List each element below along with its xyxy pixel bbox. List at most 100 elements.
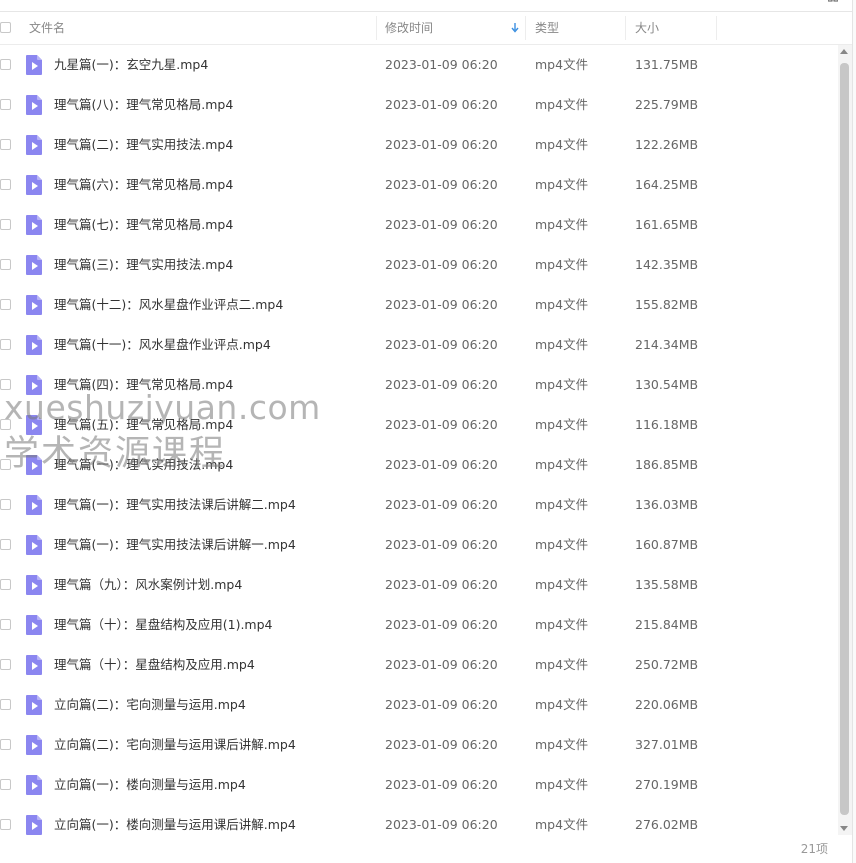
column-divider[interactable] [525, 16, 526, 40]
row-checkbox[interactable] [0, 419, 11, 430]
file-modified-date: 2023-01-09 06:20 [385, 457, 498, 472]
table-row[interactable]: 理气篇（九）：风水案例计划.mp4 2023-01-09 06:20 mp4文件 13… [0, 565, 838, 605]
video-file-icon [26, 215, 42, 235]
file-type: mp4文件 [535, 697, 589, 712]
file-size: 161.65MB [635, 217, 699, 232]
table-row[interactable]: 理气篇(二)：理气实用技法.mp4 2023-01-09 06:20 mp4文件 12… [0, 125, 838, 165]
file-name[interactable]: 理气篇（九）：风水案例计划.mp4 [54, 565, 242, 605]
file-size: 220.06MB [635, 697, 699, 712]
file-name[interactable]: 理气篇(八)：理气常见格局.mp4 [54, 85, 233, 125]
row-checkbox[interactable] [0, 699, 11, 710]
video-file-icon [26, 655, 42, 675]
table-row[interactable]: 理气篇(六)：理气常见格局.mp4 2023-01-09 06:20 mp4文件 16… [0, 165, 838, 205]
video-file-icon [26, 375, 42, 395]
table-row[interactable]: 理气篇(八)：理气常见格局.mp4 2023-01-09 06:20 mp4文件 22… [0, 85, 838, 125]
column-divider[interactable] [716, 16, 717, 40]
row-checkbox[interactable] [0, 139, 11, 150]
file-size: 136.03MB [635, 497, 699, 512]
file-name[interactable]: 理气篇(十二)：风水星盘作业评点二.mp4 [54, 285, 283, 325]
file-name[interactable]: 理气篇(六)：理气常见格局.mp4 [54, 165, 233, 205]
row-checkbox[interactable] [0, 619, 11, 630]
select-all-checkbox[interactable] [0, 22, 11, 33]
table-row[interactable]: 理气篇(一)：理气实用技法课后讲解二.mp4 2023-01-09 06:20 mp… [0, 485, 838, 525]
column-header-size[interactable]: 大小 [635, 12, 659, 44]
file-name[interactable]: 理气篇(五)：理气常见格局.mp4 [54, 405, 233, 445]
video-file-icon [26, 455, 42, 475]
grid-view-icon[interactable] [828, 0, 838, 7]
row-checkbox[interactable] [0, 339, 11, 350]
file-name[interactable]: 立向篇(一)：楼向测量与运用.mp4 [54, 765, 246, 805]
file-type: mp4文件 [535, 297, 589, 312]
file-size: 250.72MB [635, 657, 699, 672]
table-row[interactable]: 立向篇(一)：楼向测量与运用.mp4 2023-01-09 06:20 mp4文件 2… [0, 765, 838, 805]
row-checkbox[interactable] [0, 299, 11, 310]
table-row[interactable]: 立向篇(二)：宅向测量与运用.mp4 2023-01-09 06:20 mp4文件 2… [0, 685, 838, 725]
file-type: mp4文件 [535, 177, 589, 192]
table-row[interactable]: 立向篇(二)：宅向测量与运用课后讲解.mp4 2023-01-09 06:20 mp… [0, 725, 838, 765]
row-checkbox[interactable] [0, 779, 11, 790]
file-name[interactable]: 理气篇(一)：理气实用技法课后讲解一.mp4 [54, 525, 296, 565]
file-name[interactable]: 理气篇(十一)：风水星盘作业评点.mp4 [54, 325, 271, 365]
top-toolbar-edge [0, 0, 856, 12]
file-name[interactable]: 理气篇（十）：星盘结构及应用.mp4 [54, 645, 255, 685]
video-file-icon [26, 175, 42, 195]
scroll-up-arrow-icon[interactable] [840, 49, 848, 54]
video-file-icon [26, 335, 42, 355]
file-size: 131.75MB [635, 57, 699, 72]
row-checkbox[interactable] [0, 459, 11, 470]
file-type: mp4文件 [535, 97, 589, 112]
file-type: mp4文件 [535, 137, 589, 152]
column-divider[interactable] [376, 16, 377, 40]
file-size: 130.54MB [635, 377, 699, 392]
row-checkbox[interactable] [0, 179, 11, 190]
file-type: mp4文件 [535, 57, 589, 72]
column-divider[interactable] [625, 16, 626, 40]
file-modified-date: 2023-01-09 06:20 [385, 577, 498, 592]
file-modified-date: 2023-01-09 06:20 [385, 177, 498, 192]
file-name[interactable]: 理气篇(三)：理气实用技法.mp4 [54, 245, 233, 285]
file-type: mp4文件 [535, 537, 589, 552]
scroll-down-arrow-icon[interactable] [840, 826, 848, 831]
row-checkbox[interactable] [0, 499, 11, 510]
column-header-name[interactable]: 文件名 [29, 12, 65, 44]
table-row[interactable]: 理气篇(十一)：风水星盘作业评点.mp4 2023-01-09 06:20 mp4文… [0, 325, 838, 365]
row-checkbox[interactable] [0, 99, 11, 110]
table-row[interactable]: 理气篇(一)：理气实用技法课后讲解一.mp4 2023-01-09 06:20 mp… [0, 525, 838, 565]
file-name[interactable]: 立向篇(二)：宅向测量与运用.mp4 [54, 685, 246, 725]
row-checkbox[interactable] [0, 539, 11, 550]
table-row[interactable]: 理气篇(五)：理气常见格局.mp4 2023-01-09 06:20 mp4文件 11… [0, 405, 838, 445]
table-row[interactable]: 理气篇(七)：理气常见格局.mp4 2023-01-09 06:20 mp4文件 16… [0, 205, 838, 245]
row-checkbox[interactable] [0, 59, 11, 70]
video-file-icon [26, 95, 42, 115]
row-checkbox[interactable] [0, 739, 11, 750]
file-name[interactable]: 理气篇(二)：理气实用技法.mp4 [54, 125, 233, 165]
table-row[interactable]: 九星篇(一)：玄空九星.mp4 2023-01-09 06:20 mp4文件 131.… [0, 45, 838, 85]
scrollbar-thumb[interactable] [840, 63, 849, 815]
window-edge [852, 0, 856, 863]
table-row[interactable]: 理气篇(十二)：风水星盘作业评点二.mp4 2023-01-09 06:20 mp4… [0, 285, 838, 325]
row-checkbox[interactable] [0, 579, 11, 590]
sort-descending-icon[interactable] [511, 23, 519, 33]
file-name[interactable]: 理气篇(四)：理气常见格局.mp4 [54, 365, 233, 405]
column-header-modified[interactable]: 修改时间 [385, 12, 433, 44]
file-name[interactable]: 理气篇(一)：理气实用技法.mp4 [54, 445, 233, 485]
file-name[interactable]: 理气篇(七)：理气常见格局.mp4 [54, 205, 233, 245]
file-modified-date: 2023-01-09 06:20 [385, 297, 498, 312]
vertical-scrollbar[interactable] [838, 45, 852, 835]
table-row[interactable]: 理气篇(一)：理气实用技法.mp4 2023-01-09 06:20 mp4文件 18… [0, 445, 838, 485]
table-row[interactable]: 理气篇(四)：理气常见格局.mp4 2023-01-09 06:20 mp4文件 13… [0, 365, 838, 405]
table-row[interactable]: 理气篇（十）：星盘结构及应用.mp4 2023-01-09 06:20 mp4文件 2… [0, 645, 838, 685]
table-row[interactable]: 理气篇（十）：星盘结构及应用(1).mp4 2023-01-09 06:20 mp4… [0, 605, 838, 645]
file-name[interactable]: 理气篇（十）：星盘结构及应用(1).mp4 [54, 605, 273, 645]
file-name[interactable]: 九星篇(一)：玄空九星.mp4 [54, 45, 208, 85]
file-name[interactable]: 立向篇(二)：宅向测量与运用课后讲解.mp4 [54, 725, 296, 765]
row-checkbox[interactable] [0, 379, 11, 390]
row-checkbox[interactable] [0, 819, 11, 830]
row-checkbox[interactable] [0, 259, 11, 270]
row-checkbox[interactable] [0, 219, 11, 230]
file-name[interactable]: 理气篇(一)：理气实用技法课后讲解二.mp4 [54, 485, 296, 525]
table-row[interactable]: 理气篇(三)：理气实用技法.mp4 2023-01-09 06:20 mp4文件 14… [0, 245, 838, 285]
column-header-type[interactable]: 类型 [535, 12, 559, 44]
file-size: 155.82MB [635, 297, 699, 312]
row-checkbox[interactable] [0, 659, 11, 670]
